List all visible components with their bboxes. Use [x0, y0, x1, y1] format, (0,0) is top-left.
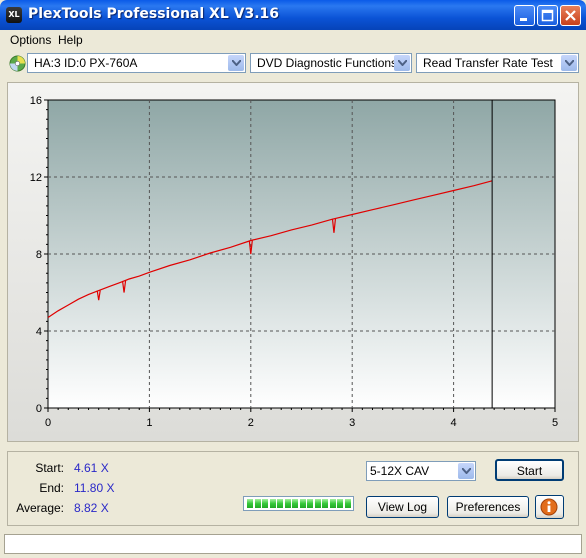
x-tick-label: 1 — [146, 417, 152, 429]
start-speed-value: 4.61 X — [74, 461, 109, 475]
progress-segment — [322, 499, 328, 508]
transfer-rate-chart: 0 1 2 3 4 50481216 — [30, 95, 558, 429]
x-tick-label: 2 — [248, 417, 254, 429]
y-tick-label: 8 — [36, 249, 42, 261]
preferences-button[interactable]: Preferences — [447, 496, 529, 518]
progress-segment — [314, 499, 321, 508]
info-icon — [540, 498, 558, 516]
progress-segment — [262, 499, 268, 508]
progress-segment — [344, 499, 351, 508]
progress-segment — [329, 499, 336, 508]
y-tick-label: 12 — [30, 172, 42, 184]
chevron-down-icon[interactable] — [458, 463, 474, 479]
x-tick-label: 3 — [349, 417, 355, 429]
average-speed-label: Average: — [16, 501, 64, 515]
progress-segment — [277, 499, 283, 508]
progress-segment — [299, 499, 306, 508]
average-speed-value: 8.82 X — [74, 501, 109, 515]
x-tick-label: 4 — [451, 417, 457, 429]
y-tick-label: 0 — [36, 403, 42, 415]
progress-segment — [269, 499, 276, 508]
progress-segment — [254, 499, 261, 508]
x-tick-label: 5 — [552, 417, 558, 429]
speed-select[interactable]: 5-12X CAV — [366, 461, 476, 481]
status-bar — [4, 534, 582, 554]
y-tick-label: 4 — [36, 326, 42, 338]
progress-segment — [337, 499, 343, 508]
progress-bar — [243, 496, 354, 511]
end-speed-label: End: — [39, 481, 64, 495]
progress-segment — [307, 499, 313, 508]
start-speed-label: Start: — [35, 461, 64, 475]
progress-segment — [247, 499, 253, 508]
x-tick-label: 0 — [45, 417, 51, 429]
y-tick-label: 16 — [30, 95, 42, 107]
info-button[interactable] — [535, 495, 564, 519]
progress-segment — [292, 499, 298, 508]
progress-segment — [284, 499, 291, 508]
end-speed-value: 11.80 X — [74, 481, 115, 495]
view-log-button[interactable]: View Log — [366, 496, 439, 518]
speed-select-value: 5-12X CAV — [370, 464, 430, 478]
start-button[interactable]: Start — [495, 459, 564, 481]
